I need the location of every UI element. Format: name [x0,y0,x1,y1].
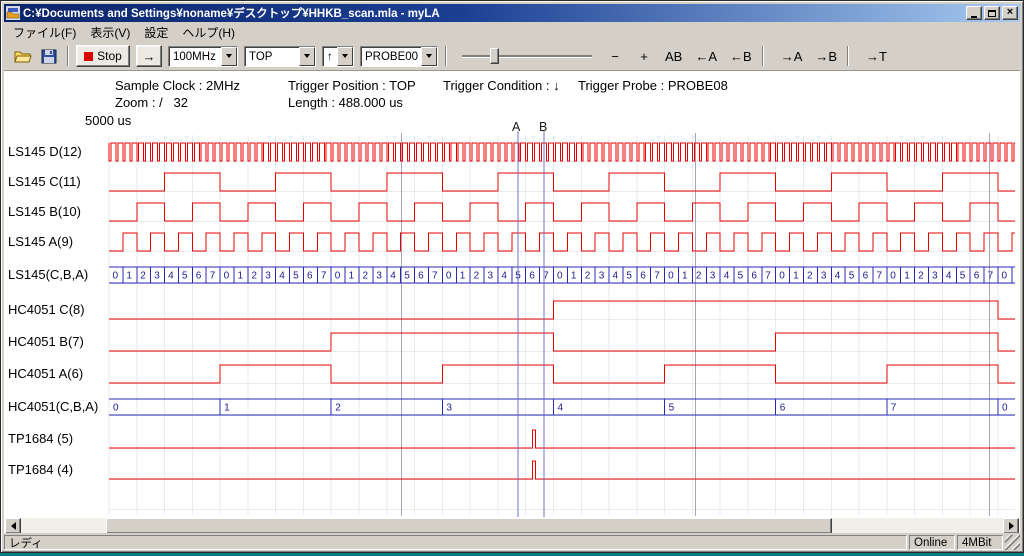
zoom-in-button[interactable]: + [633,45,655,67]
titlebar[interactable]: C:¥Documents and Settings¥noname¥デスクトップ¥… [4,4,1020,22]
signal-label: HC4051 B(7) [8,334,84,349]
arrow-left-icon [11,522,16,530]
signal-label: LS145 A(9) [8,234,73,249]
statusbar: レディ Online 4MBit [4,533,1020,550]
trigger-edge-combo[interactable]: ↑ [322,46,354,67]
trigger-condition-text: Trigger Condition : ↓ [443,78,560,93]
signal-label: TP1684 (4) [8,462,73,477]
toolbar-separator [847,46,849,66]
scroll-thumb[interactable] [106,518,832,534]
signal-label: LS145 D(12) [8,144,82,159]
trigger-position-text: Trigger Position : TOP [288,78,416,93]
goto-cursor-a-button[interactable]: ←A [692,45,720,67]
chevron-down-icon [226,54,232,58]
signal-label: LS145(C,B,A) [8,267,88,282]
signal-label: LS145 C(11) [8,174,81,189]
signal-label: LS145 B(10) [8,204,81,219]
chevron-down-icon [304,54,310,58]
toolbar-separator [762,46,764,66]
zoom-text: Zoom : / 32 [115,95,188,110]
trigger-edge-combo-value: ↑ [323,47,337,66]
horizontal-scrollbar[interactable] [5,518,1019,534]
scroll-left-button[interactable] [5,518,21,534]
chevron-down-icon [426,54,432,58]
app-window: C:¥Documents and Settings¥noname¥デスクトップ¥… [0,0,1024,553]
sample-clock-combo[interactable]: 100MHz [168,46,238,67]
status-ready: レディ [4,535,907,550]
trigger-probe-text: Trigger Probe : PROBE08 [578,78,728,93]
cursor-b-label[interactable]: B [539,120,547,134]
run-button[interactable]: → [136,45,162,67]
sample-clock-combo-value: 100MHz [169,47,221,66]
menu-help[interactable]: ヘルプ(H) [175,22,242,43]
scroll-right-button[interactable] [1003,518,1019,534]
trigger-position-combo-dropdown[interactable] [299,47,315,66]
toolbar-separator [445,46,447,66]
signal-label: HC4051(C,B,A) [8,399,98,414]
signal-label: TP1684 (5) [8,431,73,446]
trigger-probe-combo-value: PROBE00 [361,47,421,66]
content-background [4,71,1020,533]
trigger-position-combo[interactable]: TOP [244,46,316,67]
trigger-edge-combo-dropdown[interactable] [337,47,353,66]
maximize-button[interactable] [984,6,1000,20]
goto-cursor-b-button[interactable]: ←B [727,45,755,67]
goto-trigger-button[interactable]: →T [863,45,890,67]
close-icon: × [1007,7,1013,18]
cursor-a-label[interactable]: A [512,120,520,134]
window-controls: × [966,6,1018,20]
scroll-track[interactable] [21,518,1003,534]
trigger-probe-combo[interactable]: PROBE00 [360,46,438,67]
zoom-slider-track [462,55,592,57]
signal-label: HC4051 A(6) [8,366,83,381]
sample-clock-text: Sample Clock : 2MHz [115,78,240,93]
arrow-right-icon [1009,522,1014,530]
length-text: Length : 488.000 us [288,95,403,110]
toolbar: Stop → 100MHz TOP ↑ PROBE00 − + AB ←A [4,42,1020,71]
zoom-slider-thumb[interactable] [490,48,499,64]
minimize-icon [971,16,977,18]
trigger-probe-combo-dropdown[interactable] [421,47,437,66]
sample-clock-combo-dropdown[interactable] [221,47,237,66]
zoom-out-button[interactable]: − [604,45,626,67]
trigger-position-combo-value: TOP [245,47,299,66]
maximize-icon [988,10,996,17]
menubar: ファイル(F) 表示(V) 設定 ヘルプ(H) [4,23,1020,42]
signal-label-column: LS145 D(12) LS145 C(11) LS145 B(10) LS145 A… [1,1,109,552]
signal-label: HC4051 C(8) [8,302,85,317]
status-memory: 4MBit [957,535,1003,550]
chevron-down-icon [342,54,348,58]
zoom-slider[interactable] [462,46,592,66]
menu-settings[interactable]: 設定 [137,22,175,43]
close-button[interactable]: × [1002,6,1018,20]
ab-span-button[interactable]: AB [662,45,685,67]
window-title: C:¥Documents and Settings¥noname¥デスクトップ¥… [23,5,962,21]
minimize-button[interactable] [966,6,982,20]
resize-grip[interactable] [1005,535,1020,550]
run-arrow-icon: → [143,49,156,64]
status-online: Online [909,535,955,550]
set-cursor-a-button[interactable]: →A [778,45,806,67]
set-cursor-b-button[interactable]: →B [812,45,840,67]
